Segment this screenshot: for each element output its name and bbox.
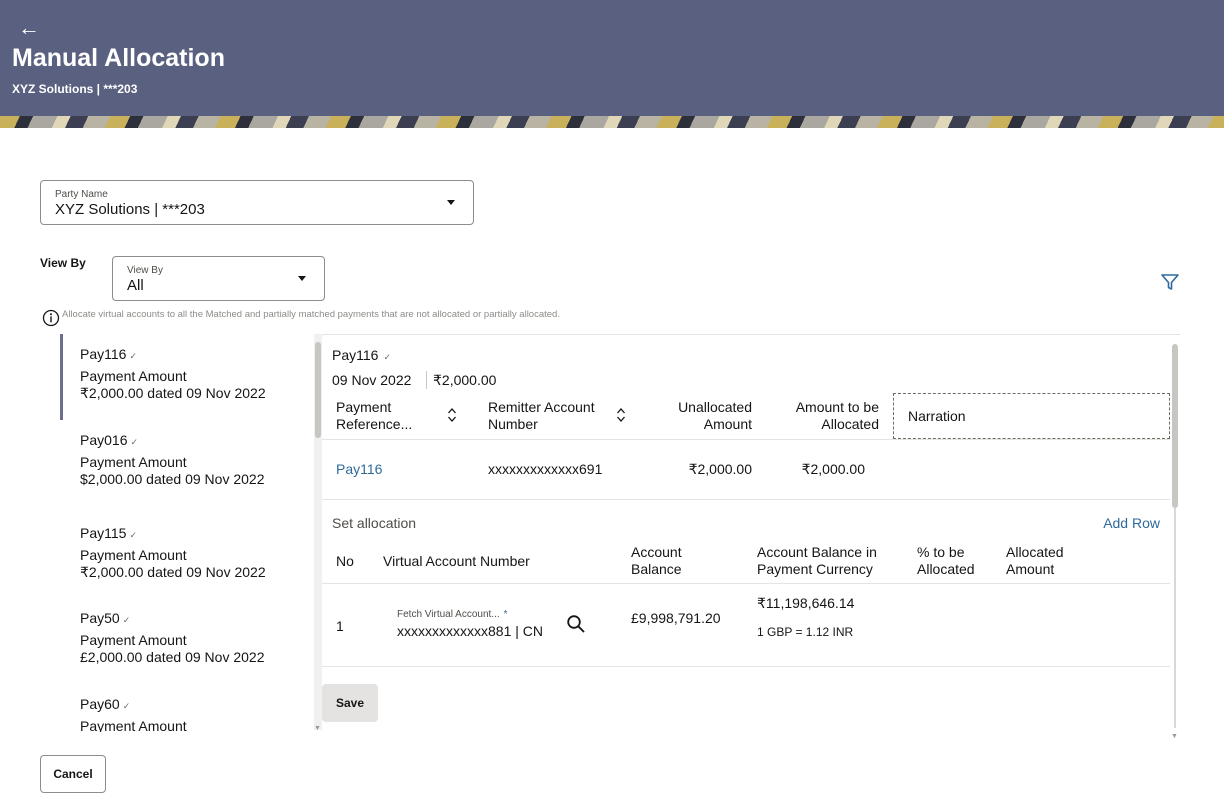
- payment-amount-label: Payment Amount: [80, 368, 187, 384]
- party-name-value: XYZ Solutions | ***203: [55, 201, 205, 218]
- payment-amount-label: Payment Amount: [80, 718, 187, 732]
- check-icon: ✓: [383, 352, 391, 362]
- payment-list-item[interactable]: Pay116 ✓ Payment Amount ₹2,000.00 dated 0…: [80, 346, 310, 402]
- detail-panel-scrollbar[interactable]: ▼: [1170, 334, 1180, 740]
- info-text: Allocate virtual accounts to all the Mat…: [62, 309, 560, 320]
- check-icon: ✓: [129, 530, 137, 540]
- scroll-down-icon[interactable]: ▼: [1171, 733, 1178, 740]
- payment-amount: £2,000.00 dated 09 Nov 2022: [80, 649, 265, 665]
- virtual-account-value: xxxxxxxxxxxxx881 | CN: [397, 623, 543, 639]
- add-row-link[interactable]: Add Row: [1103, 515, 1160, 531]
- payment-list-item[interactable]: Pay016 ✓ Payment Amount $2,000.00 dated 0…: [80, 432, 310, 487]
- payment-amount-label: Payment Amount: [80, 632, 187, 648]
- cancel-button[interactable]: Cancel: [40, 755, 106, 793]
- payment-amount: ₹2,000.00 dated 09 Nov 2022: [80, 385, 266, 401]
- column-header-narration[interactable]: Narration: [893, 393, 1170, 439]
- virtual-account-input[interactable]: Fetch Virtual Account... * xxxxxxxxxxxxx8…: [394, 607, 544, 641]
- column-header-no: No: [336, 553, 354, 569]
- check-icon: ✓: [130, 437, 139, 447]
- save-button[interactable]: Save: [322, 684, 378, 722]
- check-icon: ✓: [122, 701, 131, 711]
- view-by-select[interactable]: View By All: [112, 256, 325, 301]
- payment-reference-link[interactable]: Pay116: [336, 461, 382, 477]
- check-icon: ✓: [129, 351, 137, 361]
- table-divider: [322, 499, 1170, 500]
- column-header-virtual-account: Virtual Account Number: [383, 553, 530, 569]
- column-header-remitter-account[interactable]: Remitter Account Number: [488, 399, 595, 433]
- filter-icon[interactable]: [1160, 272, 1180, 292]
- account-balance: £9,998,791.20: [631, 610, 721, 626]
- payment-detail-panel: Pay116 ✓ 09 Nov 2022 ₹2,000.00 Payment Re…: [322, 334, 1180, 740]
- page-title: Manual Allocation: [12, 44, 225, 72]
- exchange-rate: 1 GBP = 1.12 INR: [757, 625, 854, 639]
- sort-icon[interactable]: [447, 407, 457, 423]
- selected-payment-name: Pay116: [332, 347, 379, 363]
- scrollbar-track[interactable]: [1174, 508, 1176, 728]
- sort-icon[interactable]: [616, 407, 626, 423]
- party-name-select[interactable]: Party Name XYZ Solutions | ***203: [40, 180, 474, 225]
- payment-name: Pay60: [80, 696, 120, 712]
- view-by-label: View By: [40, 256, 86, 270]
- scrollbar-thumb[interactable]: [315, 342, 321, 438]
- table-divider: [322, 583, 1170, 584]
- view-by-field-label: View By: [127, 265, 163, 276]
- payment-name: Pay016: [80, 432, 128, 448]
- unallocated-amount: ₹2,000.00: [688, 461, 752, 477]
- column-header-balance-payment-currency: Account Balance in Payment Currency: [757, 544, 877, 577]
- column-header-unallocated-amount: Unallocated Amount: [678, 399, 752, 432]
- payment-list-item[interactable]: Pay115 ✓ Payment Amount ₹2,000.00 dated 0…: [80, 525, 310, 581]
- payment-list: Pay116 ✓ Payment Amount ₹2,000.00 dated 0…: [40, 334, 321, 732]
- payment-name: Pay116: [80, 346, 127, 362]
- page-subtitle: XYZ Solutions | ***203: [12, 82, 138, 96]
- divider: [426, 371, 427, 389]
- selected-payment-total: ₹2,000.00: [433, 372, 497, 388]
- column-header-percent-allocated: % to be Allocated: [917, 544, 975, 577]
- amount-to-allocate: ₹2,000.00: [801, 461, 865, 477]
- allocation-row-number: 1: [336, 618, 344, 634]
- payment-amount-label: Payment Amount: [80, 454, 187, 470]
- column-header-allocated-amount: Allocated Amount: [1006, 544, 1064, 577]
- view-by-value: All: [127, 277, 144, 294]
- info-icon: [42, 309, 60, 327]
- required-marker: *: [503, 609, 508, 620]
- page-header: ← Manual Allocation XYZ Solutions | ***2…: [0, 0, 1224, 128]
- payment-amount-label: Payment Amount: [80, 547, 187, 563]
- column-header-amount-to-allocate: Amount to be Allocated: [795, 399, 879, 432]
- column-header-account-balance: Account Balance: [631, 544, 682, 577]
- scroll-down-icon[interactable]: ▼: [314, 725, 321, 732]
- payment-list-item[interactable]: Pay60 ✓ Payment Amount: [80, 696, 310, 732]
- active-indicator: [60, 334, 63, 420]
- set-allocation-title: Set allocation: [332, 515, 417, 531]
- table-divider: [322, 666, 1170, 667]
- scrollbar-thumb[interactable]: [1172, 344, 1178, 508]
- selected-payment-date: 09 Nov 2022: [332, 372, 412, 388]
- payment-list-item[interactable]: Pay50 ✓ Payment Amount £2,000.00 dated 09…: [80, 610, 310, 665]
- arrow-left-icon[interactable]: ←: [18, 14, 40, 42]
- party-name-label: Party Name: [55, 189, 108, 200]
- table-divider: [322, 439, 1170, 440]
- caret-down-icon: [447, 200, 455, 205]
- payment-list-scrollbar[interactable]: ▼: [314, 334, 322, 732]
- payment-amount: $2,000.00 dated 09 Nov 2022: [80, 471, 265, 487]
- caret-down-icon: [298, 276, 306, 281]
- payment-amount: ₹2,000.00 dated 09 Nov 2022: [80, 564, 266, 580]
- virtual-account-label: Fetch Virtual Account...: [397, 609, 500, 620]
- check-icon: ✓: [122, 615, 131, 625]
- search-icon[interactable]: [566, 614, 586, 634]
- payment-name: Pay50: [80, 610, 120, 626]
- balance-in-payment-currency: ₹11,198,646.14: [757, 595, 855, 611]
- payment-name: Pay115: [80, 525, 127, 541]
- column-header-payment-reference[interactable]: Payment Reference...: [336, 399, 412, 433]
- header-decorative-band: [0, 116, 1224, 128]
- remitter-account-number: xxxxxxxxxxxxx691: [488, 461, 603, 477]
